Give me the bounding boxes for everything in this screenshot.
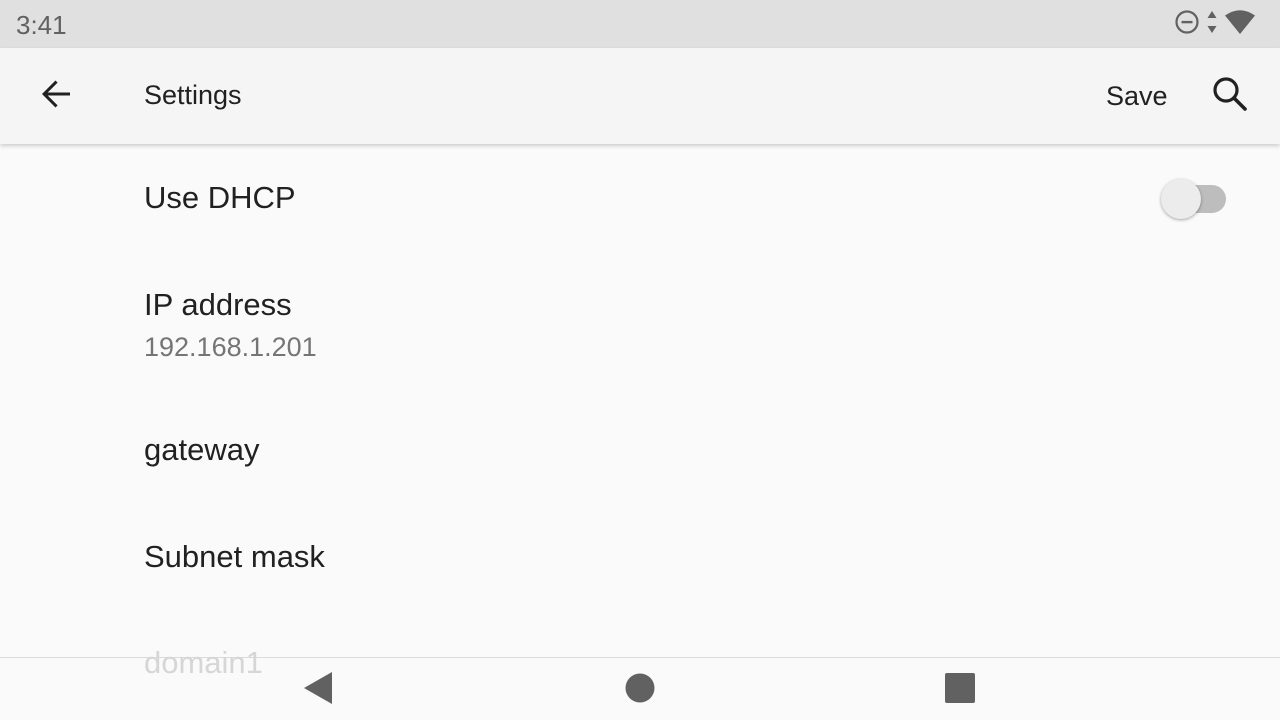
status-icons xyxy=(1174,9,1256,40)
nav-back-icon xyxy=(302,671,334,710)
status-time: 3:41 xyxy=(16,10,67,40)
app-bar: Settings Save xyxy=(0,48,1280,144)
back-button[interactable] xyxy=(28,68,84,124)
dhcp-switch[interactable] xyxy=(1160,178,1228,219)
nav-home-button[interactable] xyxy=(612,666,668,714)
data-transfer-icon xyxy=(1206,9,1218,40)
pref-use-dhcp[interactable]: Use DHCP xyxy=(0,144,1280,251)
pref-ip-address[interactable]: IP address 192.168.1.201 xyxy=(0,251,1280,394)
nav-recents-button[interactable] xyxy=(932,666,988,714)
search-button[interactable] xyxy=(1202,68,1258,124)
pref-title: IP address xyxy=(144,287,292,322)
pref-title: Subnet mask xyxy=(144,539,325,574)
pref-title: Use DHCP xyxy=(144,180,296,215)
arrow-back-icon xyxy=(38,76,74,117)
preference-list: Use DHCP IP address 192.168.1.201 gatewa… xyxy=(0,144,1280,657)
page-title: Settings xyxy=(144,80,242,110)
pref-gateway[interactable]: gateway xyxy=(0,394,1280,501)
search-icon xyxy=(1211,75,1249,118)
wifi-icon xyxy=(1224,9,1256,40)
do-not-disturb-icon xyxy=(1174,9,1200,40)
status-bar: 3:41 xyxy=(0,0,1280,48)
nav-recents-icon xyxy=(945,672,975,708)
nav-back-button[interactable] xyxy=(290,666,346,714)
pref-summary: 192.168.1.201 xyxy=(144,332,317,362)
pref-subnet-mask[interactable]: Subnet mask xyxy=(0,501,1280,608)
pref-domain1[interactable]: domain1 xyxy=(144,645,263,681)
switch-thumb xyxy=(1161,179,1201,219)
pref-title: gateway xyxy=(144,432,260,467)
save-button[interactable]: Save xyxy=(1094,76,1180,116)
nav-home-icon xyxy=(625,673,655,708)
